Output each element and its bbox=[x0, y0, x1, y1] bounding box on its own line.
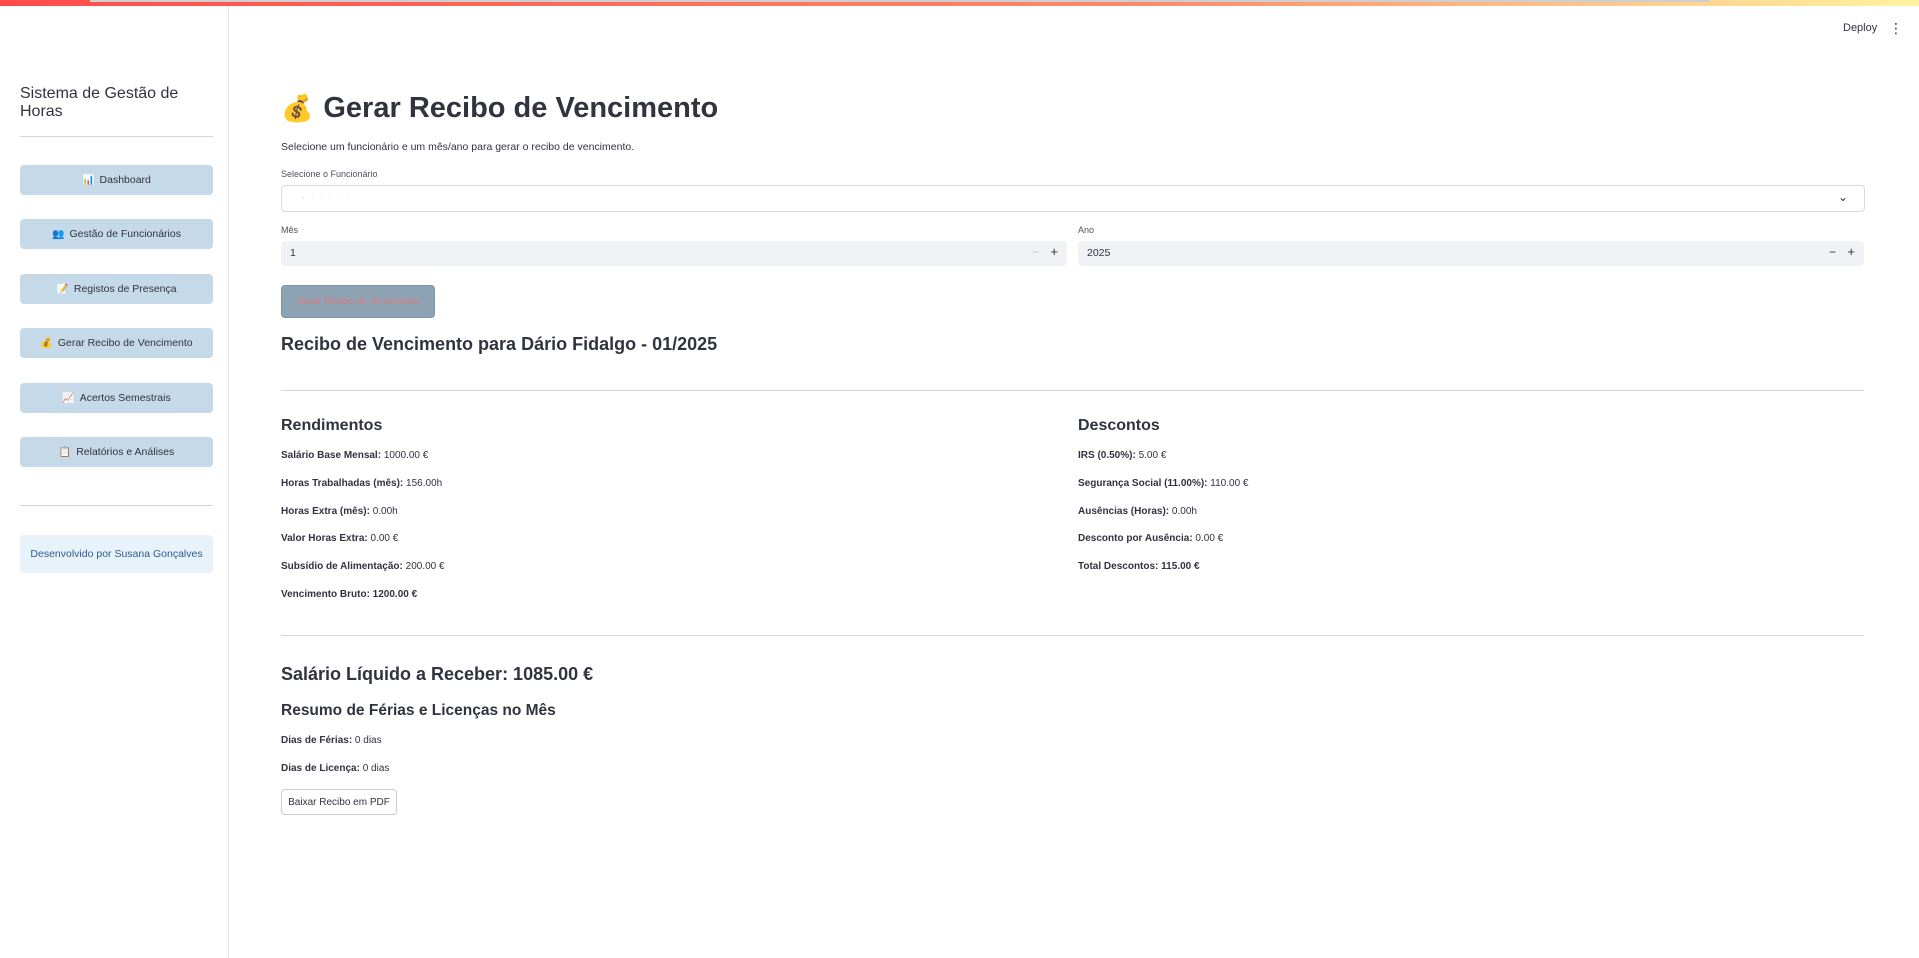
year-input[interactable]: 2025 bbox=[1087, 247, 1110, 259]
sidebar-item-label: Gerar Recibo de Vencimento bbox=[57, 337, 193, 349]
vacation-summary-heading: Resumo de Férias e Licenças no Mês bbox=[281, 702, 556, 719]
vacation-row: Dias de Férias: 0 dias bbox=[281, 735, 382, 746]
deductions-row: Ausências (Horas): 0.00h bbox=[1078, 506, 1197, 517]
sidebar-item-label: Dashboard bbox=[99, 174, 151, 186]
developer-credit: Desenvolvido por Susana Gonçalves bbox=[20, 535, 213, 573]
month-increment-button[interactable]: + bbox=[1050, 244, 1058, 259]
month-label: Mês bbox=[281, 225, 299, 235]
year-stepper[interactable]: 2025 − + bbox=[1078, 241, 1864, 266]
year-decrement-button[interactable]: − bbox=[1829, 245, 1836, 259]
users-icon: 👥 bbox=[52, 228, 65, 240]
sidebar-item-label: Acertos Semestrais bbox=[79, 392, 171, 404]
clipboard-icon: 📋 bbox=[58, 446, 72, 458]
earnings-row: Valor Horas Extra: 0.00 € bbox=[281, 533, 399, 544]
money-bag-icon: 💰 bbox=[281, 93, 314, 123]
sidebar-item-label: Relatórios e Análises bbox=[76, 446, 175, 458]
sidebar-item-attendance[interactable]: 📝 Registos de Presença bbox=[20, 274, 213, 304]
sidebar: Sistema de Gestão de Horas 📊 Dashboard 👥… bbox=[5, 6, 229, 958]
divider bbox=[281, 390, 1864, 391]
bar-chart-icon: 📊 bbox=[82, 174, 95, 186]
earnings-heading: Rendimentos bbox=[281, 417, 383, 434]
page-subtitle: Selecione um funcionário e um mês/ano pa… bbox=[281, 141, 635, 153]
sidebar-item-payslip[interactable]: 💰 Gerar Recibo de Vencimento bbox=[20, 328, 213, 358]
employee-select-value: · · · · · · bbox=[302, 193, 352, 202]
deductions-row: Desconto por Ausência: 0.00 € bbox=[1078, 533, 1224, 544]
sidebar-divider-bottom bbox=[20, 505, 213, 506]
loading-indicator bbox=[90, 0, 1710, 2]
year-increment-button[interactable]: + bbox=[1847, 244, 1855, 259]
download-pdf-button[interactable]: Baixar Recibo em PDF bbox=[281, 789, 397, 815]
sidebar-divider-top bbox=[20, 136, 213, 137]
page-title: 💰 Gerar Recibo de Vencimento bbox=[281, 92, 718, 125]
deductions-row: IRS (0.50%): 5.00 € bbox=[1078, 450, 1167, 461]
page-title-text: Gerar Recibo de Vencimento bbox=[323, 92, 719, 124]
deductions-row: Segurança Social (11.00%): 110.00 € bbox=[1078, 478, 1249, 489]
generate-payslip-button[interactable]: Gerar Recibo de Vencimento bbox=[281, 285, 435, 318]
chevron-down-icon[interactable]: ⌄ bbox=[1838, 190, 1848, 204]
deductions-heading: Descontos bbox=[1078, 417, 1160, 434]
net-salary: Salário Líquido a Receber: 1085.00 € bbox=[281, 664, 594, 684]
month-decrement-button[interactable]: − bbox=[1032, 245, 1039, 259]
sidebar-item-label: Registos de Presença bbox=[73, 283, 177, 295]
receipt-title: Recibo de Vencimento para Dário Fidalgo … bbox=[281, 334, 718, 354]
earnings-row: Vencimento Bruto: 1200.00 € bbox=[281, 589, 418, 600]
sidebar-item-label: Gestão de Funcionários bbox=[69, 228, 181, 240]
earnings-row: Horas Trabalhadas (mês): 156.00h bbox=[281, 478, 443, 489]
earnings-row: Salário Base Mensal: 1000.00 € bbox=[281, 450, 429, 461]
chart-increasing-icon: 📈 bbox=[62, 392, 75, 404]
earnings-row: Subsídio de Alimentação: 200.00 € bbox=[281, 561, 445, 572]
sidebar-item-dashboard[interactable]: 📊 Dashboard bbox=[20, 165, 213, 195]
app-title: Sistema de Gestão de Horas bbox=[20, 85, 179, 120]
month-input[interactable]: 1 bbox=[290, 247, 296, 259]
sidebar-item-employees[interactable]: 👥 Gestão de Funcionários bbox=[20, 219, 213, 249]
memo-icon: 📝 bbox=[56, 283, 69, 295]
sidebar-item-semester-adjustments[interactable]: 📈 Acertos Semestrais bbox=[20, 383, 213, 413]
deploy-button[interactable]: Deploy bbox=[1843, 22, 1877, 34]
employee-select-label: Selecione o Funcionário bbox=[281, 169, 378, 179]
deductions-row: Total Descontos: 115.00 € bbox=[1078, 561, 1200, 572]
kebab-menu-icon[interactable]: ⋮ bbox=[1889, 20, 1903, 37]
employee-select[interactable]: · · · · · · ⌄ bbox=[281, 185, 1865, 212]
money-bag-icon: 💰 bbox=[40, 337, 53, 349]
year-label: Ano bbox=[1078, 225, 1095, 235]
sidebar-item-reports[interactable]: 📋 Relatórios e Análises bbox=[20, 437, 213, 467]
earnings-row: Horas Extra (mês): 0.00h bbox=[281, 506, 398, 517]
month-stepper[interactable]: 1 − + bbox=[281, 241, 1067, 266]
vacation-row: Dias de Licença: 0 dias bbox=[281, 763, 390, 774]
divider bbox=[281, 635, 1864, 636]
